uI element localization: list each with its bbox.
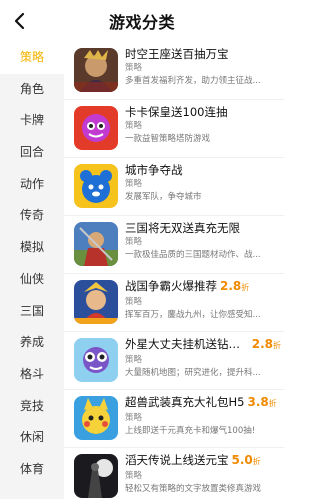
sidebar-item-three-kingdoms[interactable]: 三国 [0,296,64,328]
sidebar-item-xianxia[interactable]: 仙侠 [0,264,64,296]
game-description: 一款极佳品质的三国题材动作、战... [125,250,261,260]
sidebar-item-strategy[interactable]: 策略 [0,42,64,74]
game-tag: 策略 [125,179,143,189]
game-tag: 策略 [125,471,143,481]
game-tag: 策略 [125,237,143,247]
game-name: 超兽武装真充大礼包H5 [125,395,245,409]
game-list-item[interactable]: 超兽武装真充大礼包H5 3.8折 策略 上线即送千元真充卡和爆气100抽! [64,390,284,448]
sidebar-item-turn-based[interactable]: 回合 [0,137,64,169]
sidebar-item-casual[interactable]: 休闲 [0,422,64,454]
chevron-left-icon [14,12,25,30]
game-list-item[interactable]: 战国争霸火爆推荐 2.8折 策略 挥军百万，鏖战九州，让你感受知... [64,274,284,332]
sidebar-item-action[interactable]: 动作 [0,169,64,201]
game-icon-warring[interactable] [74,280,118,324]
game-list-item[interactable]: 时空王座送百抽万宝 策略 多重首发福利齐发，助力领主征战... [64,42,284,100]
sidebar-item-fighting[interactable]: 格斗 [0,359,64,391]
discount-badge: 3.8折 [247,395,277,409]
game-tag: 策略 [125,355,143,365]
game-icon-sanguo[interactable] [74,222,118,266]
game-icon-city[interactable] [74,164,118,208]
sidebar-item-competitive[interactable]: 竞技 [0,391,64,423]
sidebar-item-raising[interactable]: 养成 [0,327,64,359]
game-name: 城市争夺战 [125,163,183,177]
game-name: 战国争霸火爆推荐 [125,279,217,293]
game-icon-legend[interactable] [74,454,118,498]
game-list: 时空王座送百抽万宝 策略 多重首发福利齐发，助力领主征战... 卡卡保皇送100… [64,42,284,499]
game-name: 卡卡保皇送100连抽 [125,105,228,119]
game-tag: 策略 [125,121,143,131]
discount-badge: 5.0折 [231,453,261,467]
game-icon-beast[interactable] [74,396,118,440]
game-icon-alien[interactable] [74,338,118,382]
game-name: 三国将无双送真充无限 [125,221,240,235]
game-description: 挥军百万，鏖战九州，让你感受知... [125,310,261,320]
game-name: 时空王座送百抽万宝 [125,47,229,61]
game-name: 滔天传说上线送元宝 [125,453,229,467]
game-icon-throne[interactable] [74,48,118,92]
game-description: 上线即送千元真充卡和爆气100抽! [125,426,256,436]
game-description: 大量随机地图；研究进化，提升科... [125,368,261,378]
page-title: 游戏分类 [108,13,175,32]
game-list-item[interactable]: 城市争夺战 策略 发展军队，争夺城市 [64,158,284,216]
sidebar-item-legend[interactable]: 传奇 [0,200,64,232]
game-name: 外星大丈夫挂机送钻石... [125,337,249,351]
game-list-item[interactable]: 外星大丈夫挂机送钻石... 2.8折 策略 大量随机地图；研究进化，提升科... [64,332,284,390]
game-list-item[interactable]: 滔天传说上线送元宝 5.0折 策略 轻松又有策略的文字放置类修真游戏 [64,448,284,499]
sidebar-item-simulation[interactable]: 模拟 [0,232,64,264]
top-bar: 游戏分类 [0,0,284,42]
category-sidebar: 策略 角色 卡牌 回合 动作 传奇 模拟 仙侠 三国 养成 格斗 竞技 休闲 体… [0,42,64,499]
game-tag: 策略 [125,297,143,307]
game-list-item[interactable]: 三国将无双送真充无限 策略 一款极佳品质的三国题材动作、战... [64,216,284,274]
game-tag: 策略 [125,413,143,423]
discount-badge: 2.8折 [220,279,250,293]
game-description: 发展军队，争夺城市 [125,192,202,202]
sidebar-item-card[interactable]: 卡牌 [0,105,64,137]
discount-badge: 2.8折 [251,337,281,351]
game-list-item[interactable]: 卡卡保皇送100连抽 策略 一款益智策略塔防游戏 [64,100,284,158]
sidebar-item-role[interactable]: 角色 [0,74,64,106]
game-description: 多重首发福利齐发，助力领主征战... [125,76,261,86]
back-button[interactable] [8,9,32,33]
game-description: 轻松又有策略的文字放置类修真游戏 [125,484,262,494]
game-description: 一款益智策略塔防游戏 [125,134,211,144]
game-icon-kaka[interactable] [74,106,118,150]
game-tag: 策略 [125,63,143,73]
sidebar-item-sports[interactable]: 体育 [0,454,64,486]
